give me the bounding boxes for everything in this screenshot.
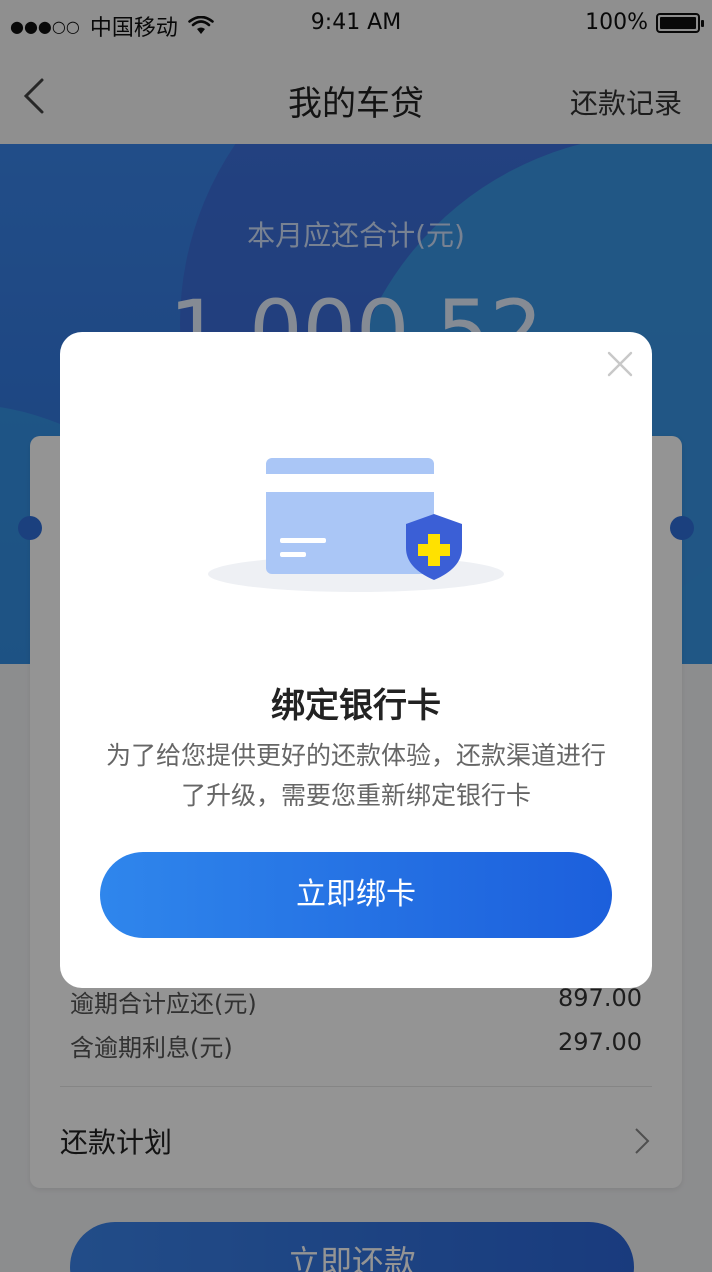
dialog-description: 为了给您提供更好的还款体验，还款渠道进行了升级，需要您重新绑定银行卡: [105, 741, 606, 810]
bind-card-button[interactable]: 立即绑卡: [100, 852, 612, 938]
close-icon[interactable]: [606, 350, 634, 378]
bind-card-dialog: 绑定银行卡 为了给您提供更好的还款体验，还款渠道进行了升级，需要您重新绑定银行卡…: [60, 332, 652, 988]
dialog-title: 绑定银行卡: [271, 686, 441, 726]
bank-card-shield-illustration: [208, 458, 504, 592]
